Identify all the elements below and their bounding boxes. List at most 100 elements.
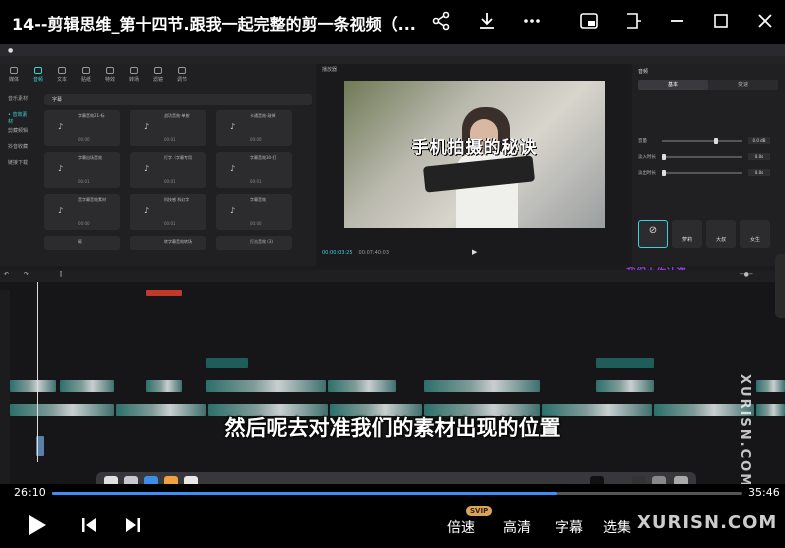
progress-bar[interactable] [52, 492, 742, 495]
download-icon[interactable] [474, 8, 500, 34]
volume-value[interactable]: 0.0 dB [748, 137, 770, 144]
tool-label: 媒体 [8, 77, 19, 83]
volume-knob[interactable] [714, 138, 718, 144]
tool-label: 特效 [104, 77, 115, 83]
sidebar-item-extract[interactable]: 剪藏频辑 [0, 122, 38, 138]
video-clip[interactable] [328, 380, 396, 392]
sidebar-item-link[interactable]: 链接下载 [0, 154, 38, 170]
track-gutter [0, 290, 10, 486]
preview-current-time: 00:00:03:25 [322, 250, 353, 256]
sfx-card[interactable]: ♪ 字幕音效30-打 00:01 [216, 152, 292, 188]
preview-play-icon[interactable]: ▶ [472, 248, 477, 256]
tool-sticker[interactable]: 贴纸 [76, 64, 96, 88]
video-title: 14--剪辑思维_第十四节.跟我一起完整的剪一条视频（... [12, 15, 416, 34]
fade-out-slider[interactable] [662, 170, 742, 176]
sfx-card[interactable]: ♪ 战功音效-单按 00:01 [130, 110, 206, 146]
tool-text[interactable]: 文本 [52, 64, 72, 88]
voice-option[interactable]: 大叔 [706, 220, 736, 248]
music-note-icon: ♪ [58, 122, 64, 131]
tool-filter[interactable]: 滤镜 [148, 64, 168, 88]
next-icon[interactable] [120, 512, 146, 538]
tool-transition[interactable]: 转场 [124, 64, 144, 88]
fade-out-knob[interactable] [662, 170, 666, 176]
sfx-card[interactable]: ♪ 音字幕音效素材 00:00 [44, 194, 120, 230]
previous-icon[interactable] [76, 512, 102, 538]
inspector-tabs: 基本 变速 [638, 80, 778, 90]
card-label: 转字幕音效转场 [164, 239, 192, 244]
share-icon[interactable] [428, 8, 454, 34]
video-clip[interactable] [10, 380, 56, 392]
preview-frame[interactable]: 手机拍摄的秘诀 [344, 81, 605, 228]
more-icon[interactable] [519, 8, 545, 34]
tab-basic[interactable]: 基本 [638, 80, 708, 90]
sfx-card[interactable]: 转字幕音效转场 [130, 236, 206, 250]
text-clip[interactable] [206, 358, 248, 368]
episodes-button[interactable]: 选集 [603, 517, 631, 537]
sidebar-item-sfx[interactable]: • 音效素材 [0, 106, 38, 125]
marker-clip[interactable] [146, 290, 182, 296]
maximize-icon[interactable] [708, 8, 734, 34]
timeline[interactable] [0, 282, 785, 486]
volume-row: 音量 0.0 dB [638, 137, 778, 144]
fade-in-value[interactable]: 0.0s [748, 153, 770, 160]
voice-none-icon[interactable]: ⊘ [638, 220, 668, 248]
tool-adjust[interactable]: 调节 [172, 64, 192, 88]
play-icon[interactable] [24, 512, 50, 538]
minimize-icon[interactable] [664, 8, 690, 34]
sfx-card[interactable]: ♪ 字幕音效 00:00 [216, 194, 292, 230]
side-handle[interactable] [775, 254, 785, 318]
fade-out-value[interactable]: 0.0s [748, 169, 770, 176]
timeline-toolbar: ↶ ↷ ⫿ ─●─ [0, 270, 785, 282]
sfx-card[interactable]: ♪ 字幕音效21-标 00:00 [44, 110, 120, 146]
sfx-card[interactable]: ♪ 字幕出场音效 00:01 [44, 152, 120, 188]
tool-label: 转场 [128, 77, 139, 83]
progress-area: 26:10 35:46 [0, 484, 785, 502]
inspector-panel: 音频 基本 变速 音量 0.0 dB 淡入时长 0.0s 淡出时长 0.0s ⊘… [632, 64, 785, 266]
music-note-icon: ♪ [230, 206, 236, 215]
sfx-card[interactable]: 砸 [44, 236, 120, 250]
sidebar-item-douyin[interactable]: 抖音收藏 [0, 138, 38, 154]
speed-button[interactable]: 倍速 [447, 517, 475, 537]
music-note-icon: ♪ [144, 164, 150, 173]
undo-icon[interactable]: ↶ [4, 271, 9, 278]
picture-in-picture-icon[interactable] [576, 8, 602, 34]
video-clip[interactable] [60, 380, 114, 392]
video-subtitle: 然后呢去对准我们的素材出现的位置 [224, 416, 561, 440]
voice-option[interactable]: 萝莉 [672, 220, 702, 248]
video-clip[interactable] [756, 380, 785, 392]
voice-option[interactable]: 女生 [740, 220, 770, 248]
quality-button[interactable]: 高清 [503, 517, 531, 537]
tool-effects[interactable]: 特效 [100, 64, 120, 88]
subtitles-button[interactable]: 字幕 [555, 517, 583, 537]
card-duration: 00:01 [250, 179, 262, 184]
volume-slider[interactable] [662, 138, 742, 144]
search-input[interactable]: 字幕 [44, 94, 312, 105]
transition-icon [130, 67, 138, 74]
text-clip[interactable] [596, 358, 654, 368]
video-clip[interactable] [424, 380, 540, 392]
pin-window-icon[interactable] [620, 8, 646, 34]
tab-speed[interactable]: 变速 [708, 80, 778, 90]
sfx-card[interactable]: ♪ 卡通音效-敲掉 00:00 [216, 110, 292, 146]
zoom-slider-icon[interactable]: ─●─ [740, 271, 752, 278]
video-clip[interactable] [146, 380, 182, 392]
video-clip[interactable] [206, 380, 326, 392]
close-icon[interactable] [752, 8, 778, 34]
redo-icon[interactable]: ↷ [24, 271, 29, 278]
inspector-title: 音频 [638, 69, 649, 75]
fade-in-slider[interactable] [662, 154, 742, 160]
sidebar-item-music[interactable]: 音乐素材 [0, 90, 38, 106]
tool-media[interactable]: 媒体 [4, 64, 24, 88]
fade-in-knob[interactable] [662, 154, 666, 160]
card-label: 科技感 科幻字 [164, 197, 190, 202]
video-clip[interactable] [596, 380, 654, 392]
card-label: 战功音效-单按 [164, 113, 190, 118]
sfx-card[interactable]: 打击音效 (3) [216, 236, 292, 250]
sfx-card[interactable]: ♪ 科技感 科幻字 00:01 [130, 194, 206, 230]
sfx-card[interactable]: ♪ 打字（字幕专用 00:01 [130, 152, 206, 188]
tool-audio[interactable]: 音频 [28, 64, 48, 88]
preview-panel: 播放器 手机拍摄的秘诀 00:00:03:25 00:07:40:03 ▶ [318, 64, 630, 266]
fade-out-row: 淡出时长 0.0s [638, 169, 778, 176]
apple-icon: ● [8, 46, 14, 54]
split-icon[interactable]: ⫿ [60, 271, 62, 279]
